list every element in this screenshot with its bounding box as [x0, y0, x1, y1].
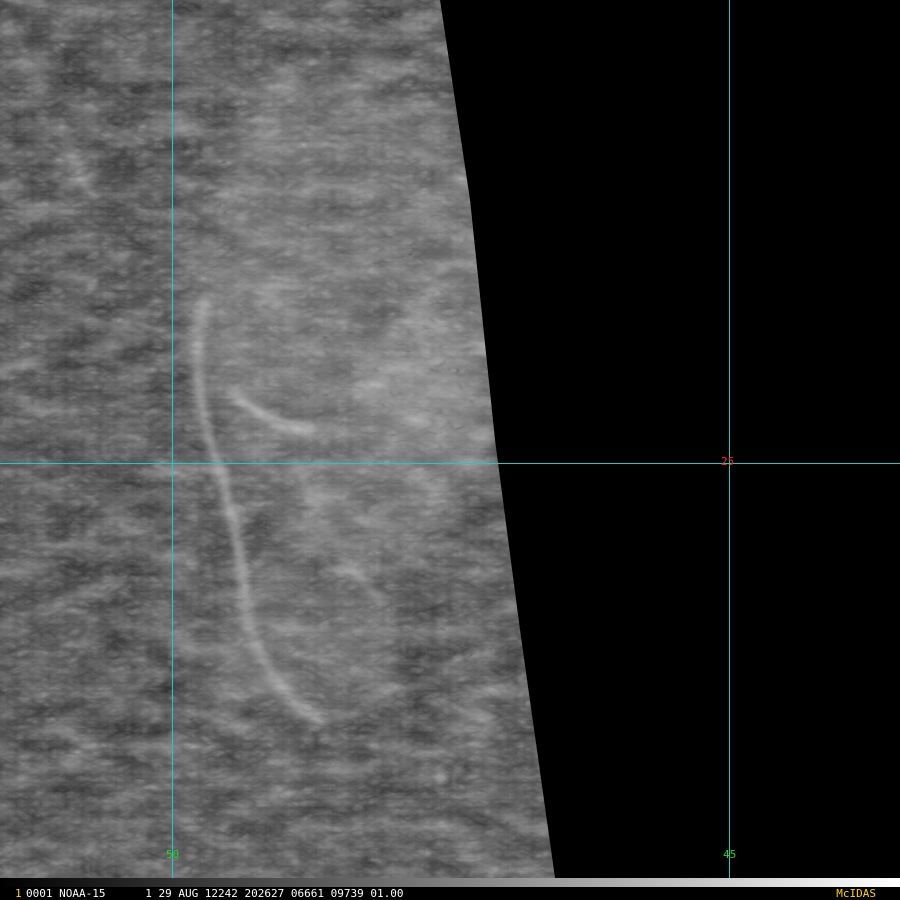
- longitude-label-50: 50: [166, 848, 180, 861]
- grayscale-calibration-strip: [0, 878, 900, 887]
- satellite-image-viewer: 50 45 25 1 0001 NOAA-15 1 29 AUG 12242 2…: [0, 0, 900, 900]
- frame-number: 1: [15, 887, 22, 900]
- software-label: McIDAS: [836, 887, 876, 900]
- image-metadata-text: 0001 NOAA-15 1 29 AUG 12242 202627 06661…: [26, 887, 404, 900]
- longitude-label-45: 45: [723, 848, 737, 861]
- satellite-swath: [0, 0, 555, 878]
- satellite-scene: [0, 0, 900, 878]
- status-bar: 1 0001 NOAA-15 1 29 AUG 12242 202627 066…: [0, 878, 900, 900]
- latitude-label-25: 25: [721, 455, 735, 468]
